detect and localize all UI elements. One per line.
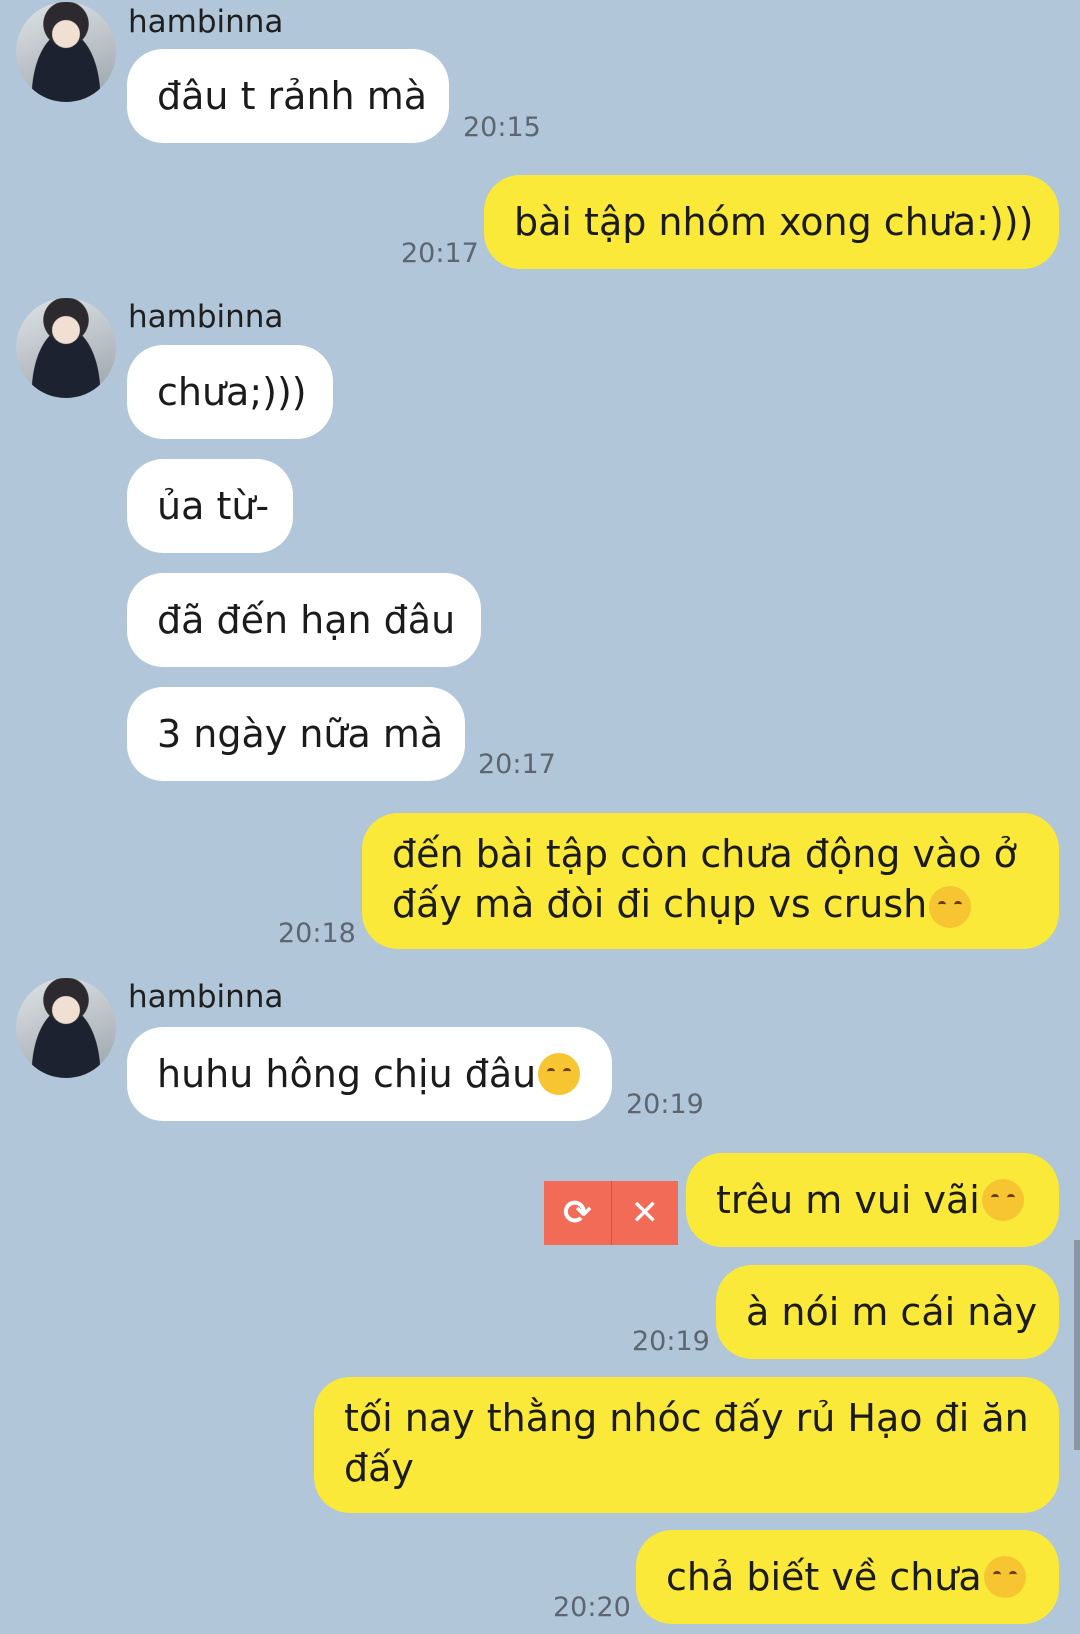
message-bubble[interactable]: chả biết về chưa <box>636 1530 1059 1624</box>
avatar[interactable] <box>16 2 116 102</box>
message-bubble[interactable]: tối nay thằng nhóc đấy rủ Hạo đi ăn đấy <box>314 1377 1059 1513</box>
message-text: đã đến hạn đâu <box>157 598 456 642</box>
message-bubble[interactable]: đã đến hạn đâu <box>127 573 481 667</box>
rofl-emoji-icon <box>981 1179 1024 1221</box>
message-bubble[interactable]: đến bài tập còn chưa động vào ở đấy mà đ… <box>362 813 1059 949</box>
message-text: 3 ngày nữa mà <box>157 712 444 756</box>
message-bubble[interactable]: huhu hông chịu đâu <box>127 1027 612 1121</box>
message-bubble[interactable]: đâu t rảnh mà <box>127 49 449 143</box>
message-bubble[interactable]: trêu m vui vãi <box>686 1153 1059 1247</box>
message-bubble[interactable]: à nói m cái này <box>716 1265 1059 1359</box>
message-time: 20:20 <box>553 1592 631 1623</box>
scrollbar[interactable] <box>1074 1240 1080 1450</box>
message-time: 20:17 <box>478 749 556 780</box>
avatar[interactable] <box>16 298 116 398</box>
sender-name: hambinna <box>128 979 284 1015</box>
message-bubble[interactable]: chưa;))) <box>127 345 333 439</box>
message-time: 20:18 <box>278 918 356 949</box>
message-text: huhu hông chịu đâu <box>157 1052 537 1096</box>
avatar[interactable] <box>16 978 116 1078</box>
message-time: 20:15 <box>463 112 541 143</box>
message-text: ủa từ- <box>157 484 270 528</box>
close-icon[interactable]: ✕ <box>612 1181 679 1245</box>
message-text: chưa;))) <box>157 370 307 414</box>
retry-icon[interactable]: ⟳ <box>544 1181 612 1245</box>
message-text: à nói m cái này <box>746 1290 1038 1334</box>
message-bubble[interactable]: ủa từ- <box>127 459 293 553</box>
crying-emoji-icon <box>538 1053 581 1095</box>
message-text-line: đấy mà đòi đi chụp vs crush <box>392 882 928 926</box>
message-text: bài tập nhóm xong chưa:))) <box>514 200 1034 244</box>
message-text: trêu m vui vãi <box>716 1178 980 1222</box>
failed-send-controls: ⟳ ✕ <box>544 1181 678 1245</box>
message-time: 20:19 <box>626 1089 704 1120</box>
message-text-line: đấy <box>344 1446 414 1490</box>
sender-name: hambinna <box>128 299 284 335</box>
message-bubble[interactable]: bài tập nhóm xong chưa:))) <box>484 175 1059 269</box>
message-text: chả biết về chưa <box>666 1555 982 1599</box>
message-bubble[interactable]: 3 ngày nữa mà <box>127 687 465 781</box>
message-time: 20:19 <box>632 1326 710 1357</box>
smirk-emoji-icon <box>929 885 972 928</box>
message-text: đâu t rảnh mà <box>157 74 428 118</box>
message-time: 20:17 <box>401 238 479 269</box>
relieved-emoji-icon <box>983 1556 1026 1598</box>
message-text-line: tối nay thằng nhóc đấy rủ Hạo đi ăn <box>344 1396 1029 1440</box>
message-text-line: đến bài tập còn chưa động vào ở <box>392 832 1017 876</box>
sender-name: hambinna <box>128 4 284 40</box>
